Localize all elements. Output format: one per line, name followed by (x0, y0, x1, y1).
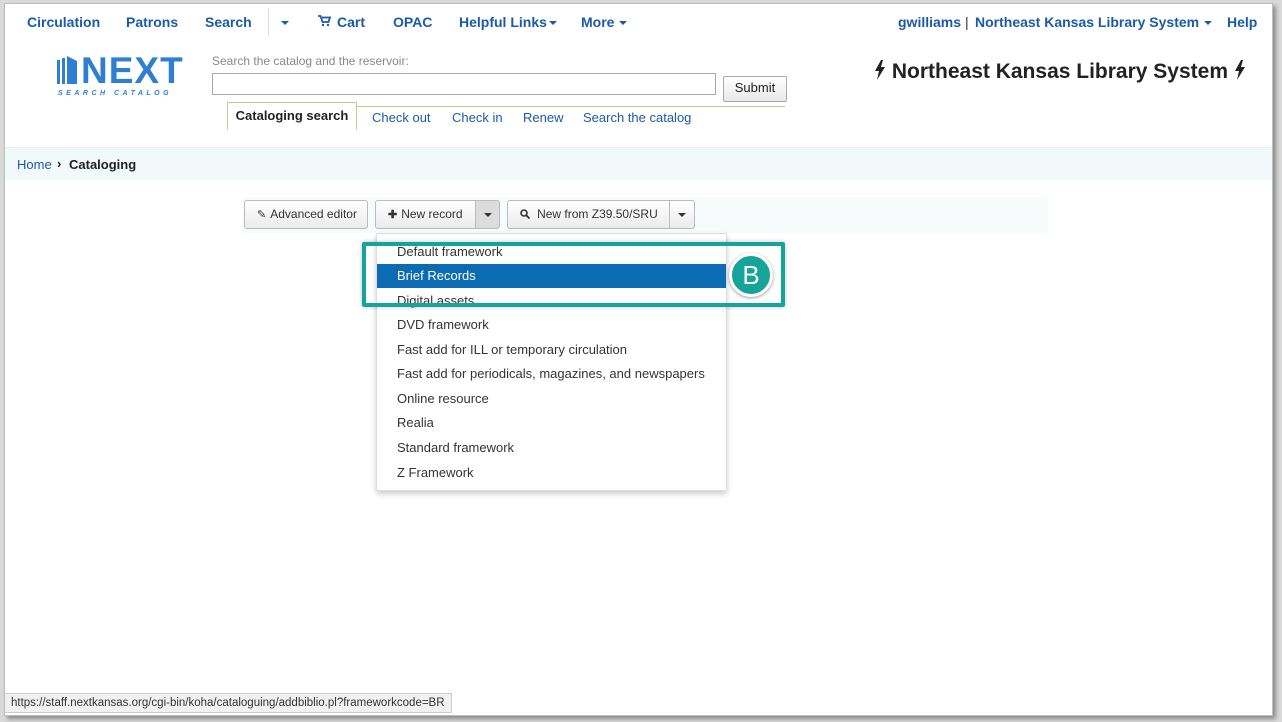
new-from-z3950-dropdown-toggle[interactable] (669, 200, 695, 229)
new-from-z3950-label: New from Z39.50/SRU (537, 207, 658, 221)
advanced-editor-button[interactable]: ✎ Advanced editor (244, 200, 368, 229)
top-navigation: Circulation Patrons Search Cart OPAC Hel… (5, 4, 1272, 40)
menu-item-fast-add-periodicals[interactable]: Fast add for periodicals, magazines, and… (377, 362, 726, 386)
menu-item-online-resource[interactable]: Online resource (377, 387, 726, 411)
next-logo[interactable]: NEXT SEARCH CATALOG (55, 50, 191, 98)
nav-opac[interactable]: OPAC (393, 14, 432, 30)
tab-renew[interactable]: Renew (523, 110, 563, 125)
breadcrumb-current: Cataloging (69, 157, 137, 172)
breadcrumb: Home › Cataloging (5, 147, 1272, 180)
plus-icon: ✚ (388, 209, 398, 221)
breadcrumb-separator: › (57, 156, 62, 171)
caret-down-icon (678, 212, 686, 217)
chevron-down-icon (548, 21, 557, 26)
search-label: Search the catalog and the reservoir: (212, 54, 409, 68)
library-title-text: Northeast Kansas Library System (891, 60, 1228, 83)
menu-item-standard-framework[interactable]: Standard framework (377, 436, 726, 460)
nav-more[interactable]: More (581, 14, 628, 30)
callout-highlight (362, 242, 785, 307)
browser-viewport: Circulation Patrons Search Cart OPAC Hel… (4, 3, 1273, 716)
menu-item-z-framework[interactable]: Z Framework (377, 461, 726, 485)
advanced-editor-label: Advanced editor (270, 207, 357, 221)
search-icon (520, 209, 533, 221)
new-from-z3950-button[interactable]: New from Z39.50/SRU (507, 200, 670, 229)
logo-mark-icon (57, 56, 77, 84)
pencil-icon: ✎ (257, 209, 267, 221)
lightning-icon (1235, 60, 1245, 80)
nav-patrons[interactable]: Patrons (126, 14, 178, 30)
nav-user-separator: | (965, 14, 969, 30)
tab-search-catalog[interactable]: Search the catalog (583, 110, 691, 125)
tab-cataloging-search[interactable]: Cataloging search (227, 102, 357, 130)
breadcrumb-home[interactable]: Home (17, 157, 52, 172)
nav-circulation[interactable]: Circulation (27, 14, 100, 30)
status-bar-url: https://staff.nextkansas.org/cgi-bin/koh… (5, 693, 452, 713)
menu-item-realia[interactable]: Realia (377, 411, 726, 435)
nav-divider (268, 8, 269, 36)
catalog-search-input[interactable] (212, 73, 716, 95)
chevron-down-icon (281, 21, 289, 26)
tab-check-out[interactable]: Check out (372, 110, 431, 125)
logo-subtitle: SEARCH CATALOG (58, 90, 173, 97)
nav-helpful-links-label: Helpful Links (459, 14, 547, 30)
caret-down-icon (483, 212, 492, 217)
library-title: Northeast Kansas Library System (874, 60, 1246, 84)
tab-check-in[interactable]: Check in (452, 110, 503, 125)
nav-search-dropdown-toggle[interactable] (276, 14, 289, 30)
nav-cart[interactable]: Cart (318, 14, 365, 30)
nav-user[interactable]: gwilliams (898, 14, 961, 30)
nav-cart-label: Cart (337, 14, 366, 30)
nav-library-menu[interactable]: Northeast Kansas Library System (975, 14, 1213, 30)
chevron-down-icon (619, 21, 628, 26)
chevron-down-icon (1204, 21, 1213, 26)
menu-item-fast-add-ill[interactable]: Fast add for ILL or temporary circulatio… (377, 338, 726, 362)
nav-search[interactable]: Search (205, 14, 252, 30)
logo-wordmark: NEXT (81, 50, 184, 91)
nav-library-label: Northeast Kansas Library System (975, 14, 1200, 30)
callout-badge: B (729, 253, 773, 297)
nav-help[interactable]: Help (1227, 14, 1257, 30)
header: NEXT SEARCH CATALOG Search the catalog a… (5, 40, 1272, 148)
new-record-button[interactable]: ✚ New record (375, 200, 476, 229)
cart-icon (318, 14, 332, 30)
new-record-label: New record (401, 207, 463, 221)
submit-button[interactable]: Submit (723, 76, 787, 102)
menu-item-dvd-framework[interactable]: DVD framework (377, 313, 726, 337)
new-record-dropdown-toggle[interactable] (475, 200, 500, 229)
nav-more-label: More (581, 14, 615, 30)
lightning-icon (874, 60, 885, 80)
nav-helpful-links[interactable]: Helpful Links (459, 14, 557, 30)
